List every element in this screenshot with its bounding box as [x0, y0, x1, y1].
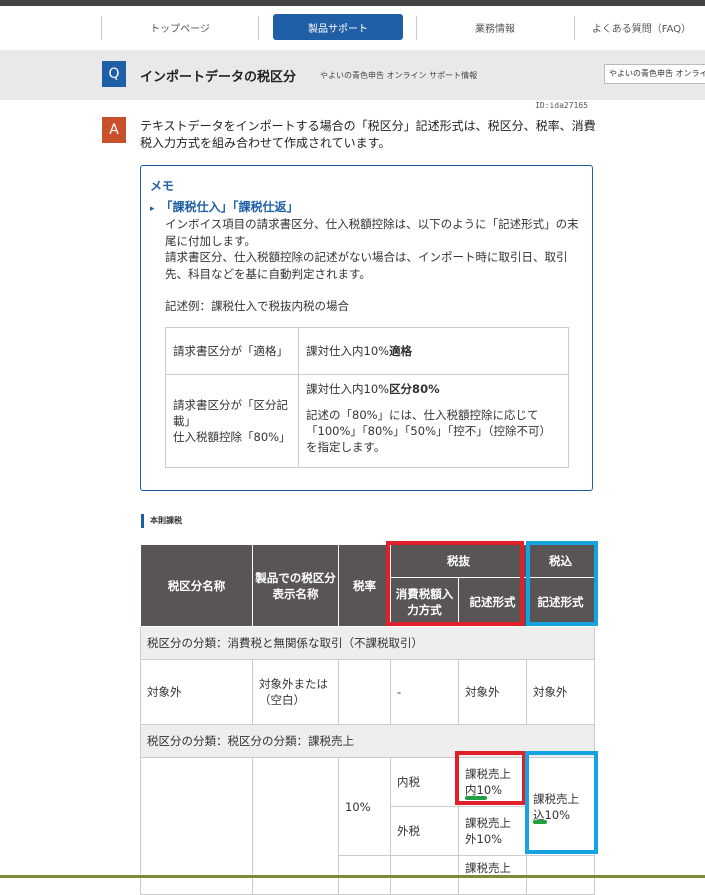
nav-faq[interactable]: よくある質問（FAQ） [578, 14, 705, 40]
cell-rate [338, 659, 391, 725]
memo-table-value: 課対仕入内10%区分80% 記述の「80%」には、仕入税額控除に応じて「100%… [298, 374, 569, 468]
memo-note: 記述の「80%」には、仕入税額控除に応じて「100%」「80%」「50%」「控不… [306, 408, 551, 454]
memo-paragraph: インボイス項目の請求書区分、仕入税額控除は、以下のように「記述形式」の末尾に付加… [165, 217, 579, 248]
table-row: 対象外 対象外または（空白） - 対象外 対象外 [140, 659, 595, 725]
value-text: 課対仕入内10% [306, 382, 390, 396]
memo-table-value: 課対仕入内10%適格 [298, 327, 569, 375]
product-subtitle: やよいの青色申告 オンライン サポート情報 [320, 71, 478, 80]
table-row: 請求書区分が「適格」 課対仕入内10%適格 [165, 327, 569, 375]
cell-method: - [390, 659, 459, 725]
cell-method: 外税 [390, 806, 459, 856]
highlight-format-incl-cell [525, 751, 598, 854]
cell-name: 対象外 [140, 659, 253, 725]
header-name: 税区分名称 [140, 544, 253, 627]
answer-text: テキストデータをインポートする場合の「税区分」記述形式は、税区分、税率、消費税入… [140, 119, 596, 150]
cell-format: 課税売上外10% [458, 806, 527, 856]
memo-table-label: 請求書区分が「区分記載」 仕入税額控除「80%」 [165, 374, 299, 468]
nav-separator [574, 16, 575, 40]
category-row: 税区分の分類：消費税と無関係な取引（不課税取引） [140, 626, 595, 660]
highlight-zeinuki-box [386, 541, 524, 626]
cell-rate: 10% [338, 757, 391, 856]
cell-method: 内税 [390, 757, 459, 807]
label-text: 請求書区分が「区分記載」 仕入税額控除「80%」 [173, 398, 291, 444]
underline-mark [465, 796, 487, 800]
arrow-right-icon: ▸ [150, 204, 155, 214]
table-row: 税区分の分類：消費税と無関係な取引（不課税取引） [140, 626, 595, 660]
memo-example: 記述例：課税仕入で税抜内税の場合 [165, 299, 349, 313]
underline-mark [533, 820, 547, 824]
cell-product: 対象外または（空白） [252, 659, 339, 725]
section-label: 本則課税 [141, 514, 182, 528]
value-bold: 区分80% [389, 382, 440, 396]
memo-table-label: 請求書区分が「適格」 [165, 327, 299, 375]
nav-separator [416, 16, 417, 40]
memo-body: インボイス項目の請求書区分、仕入税額控除は、以下のように「記述形式」の末尾に付加… [165, 216, 585, 282]
nav-top-page[interactable]: トップページ [105, 14, 255, 40]
document-id: ID:ida27165 [535, 101, 588, 110]
nav-product-support[interactable]: 製品サポート [273, 14, 403, 40]
value-bold: 適格 [389, 344, 413, 358]
nav-separator [101, 16, 102, 40]
header-product: 製品での税区分表示名称 [252, 544, 339, 627]
nav-separator [258, 16, 259, 40]
highlight-zeikomi-box [526, 541, 598, 626]
memo-table: 請求書区分が「適格」 課対仕入内10%適格 請求書区分が「区分記載」 仕入税額控… [165, 327, 569, 468]
answer-icon: A [102, 117, 126, 143]
page-title: インポートデータの税区分 [140, 70, 297, 85]
value-text: 課対仕入内10% [306, 344, 390, 358]
cell-name [140, 757, 253, 895]
cell-format: 対象外 [458, 659, 527, 725]
header-rate: 税率 [338, 544, 391, 627]
cell-format-incl: 対象外 [526, 659, 595, 725]
table-row: 請求書区分が「区分記載」 仕入税額控除「80%」 課対仕入内10%区分80% 記… [165, 374, 569, 468]
cell-product [252, 757, 339, 895]
memo-paragraph: 請求書区分、仕入税額控除の記述がない場合は、インポート時に取引日、取引先、科目な… [165, 250, 568, 281]
global-nav: トップページ 製品サポート 業務情報 よくある質問（FAQ） [0, 6, 705, 51]
memo-title: メモ [150, 179, 175, 193]
nav-business-info[interactable]: 業務情報 [420, 14, 570, 40]
search-input[interactable]: やよいの青色申告 オンライン [604, 64, 705, 84]
memo-heading: ▸ 「課税仕入」「課税仕返」 [150, 198, 299, 215]
memo-heading-text: 「課税仕入」「課税仕返」 [160, 200, 299, 214]
question-icon: Q [102, 61, 126, 87]
